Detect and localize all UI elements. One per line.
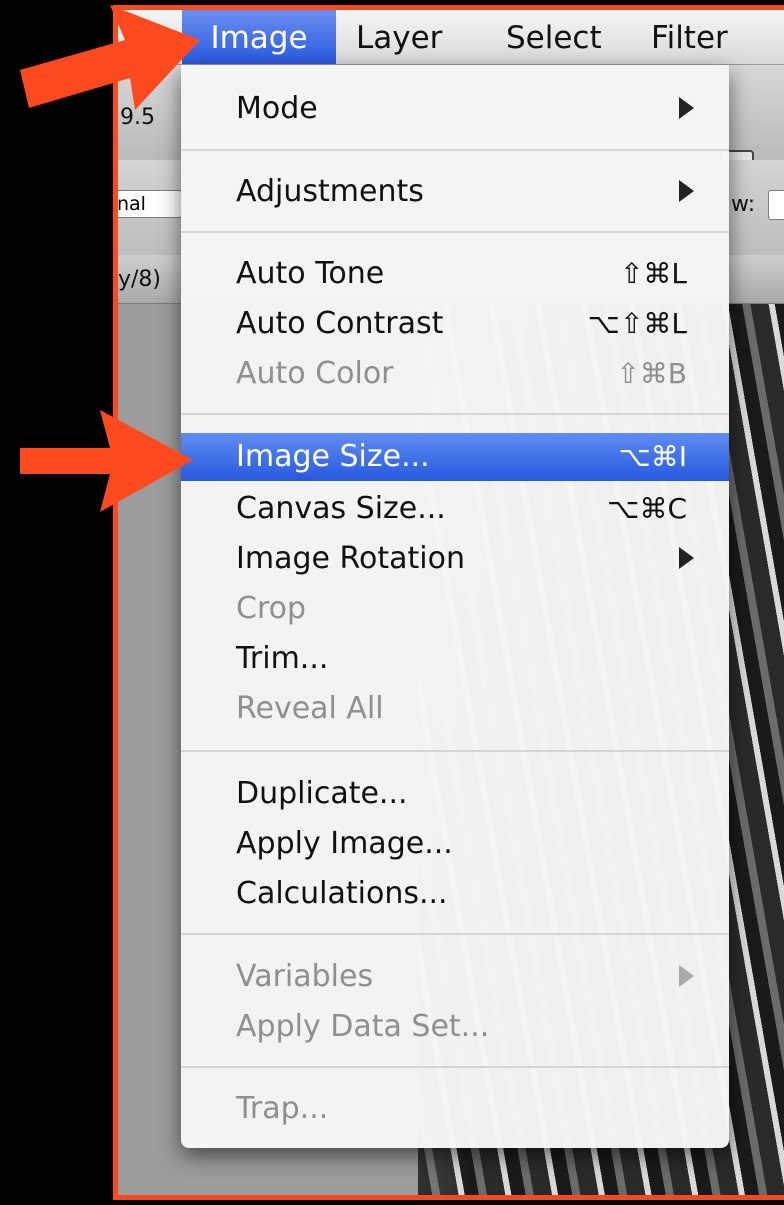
menu-item-label: Adjustments [236,174,424,209]
menu-item-variables: Variables [181,953,729,1001]
menu-item-image-rotation[interactable]: Image Rotation [181,535,729,583]
submenu-arrow-icon [679,965,694,987]
menu-separator [181,1066,729,1068]
menu-item-label: Auto Color [236,356,394,391]
document-tab[interactable]: y/8) [118,267,161,292]
menu-item-label: Canvas Size... [236,491,446,526]
menu-item-label: Mode [236,91,318,126]
submenu-arrow-icon [679,547,694,569]
shortcut-label: ⇧⌘L [619,257,687,290]
annotation-arrow-icon [20,410,193,512]
menu-item-trap: Trap... [181,1085,729,1133]
shortcut-label: ⇧⌘B [616,357,687,390]
menu-item-label: Trap... [236,1091,329,1126]
shortcut-label: ⌥⌘C [607,492,687,525]
menu-item-label: Apply Image... [236,826,453,861]
menu-item-label: Trim... [236,641,329,676]
image-menu: Mode Adjustments Auto Tone ⇧⌘L Auto Cont… [181,65,729,1148]
shortcut-label: ⌥⇧⌘L [587,307,687,340]
width-label: w: [731,192,756,217]
menu-item-label: Duplicate... [236,776,408,811]
menu-item-mode[interactable]: Mode [181,85,729,133]
annotation-arrow-icon [20,5,200,110]
menu-item-apply-data-set: Apply Data Set... [181,1003,729,1051]
menu-item-label: Reveal All [236,691,384,726]
menu-item-label: Crop [236,591,307,626]
menu-select[interactable]: Select [506,10,602,64]
menu-item-label: Image Rotation [236,541,465,576]
menu-separator [181,750,729,752]
menu-item-apply-image[interactable]: Apply Image... [181,820,729,868]
menu-item-label: Variables [236,959,374,994]
menu-separator [181,933,729,935]
menu-item-label: Apply Data Set... [236,1009,490,1044]
menu-item-auto-color: Auto Color ⇧⌘B [181,350,729,398]
menu-item-duplicate[interactable]: Duplicate... [181,770,729,818]
menu-layer[interactable]: Layer [356,10,442,64]
menu-item-auto-contrast[interactable]: Auto Contrast ⌥⇧⌘L [181,300,729,348]
menu-item-auto-tone[interactable]: Auto Tone ⇧⌘L [181,250,729,298]
menu-separator [181,413,729,415]
menu-item-label: Auto Tone [236,256,385,291]
menu-item-calculations[interactable]: Calculations... [181,870,729,918]
menu-item-image-size[interactable]: Image Size... ⌥⌘I [181,433,729,481]
menu-bar: Image Layer Select Filter [118,10,784,65]
shortcut-label: ⌥⌘I [618,440,687,473]
menu-item-trim[interactable]: Trim... [181,635,729,683]
menu-separator [181,231,729,233]
menu-filter[interactable]: Filter [651,10,728,64]
submenu-arrow-icon [679,97,694,119]
menu-item-label: Auto Contrast [236,306,444,341]
menu-item-label: Image Size... [236,439,430,474]
app-window-crop: Image Layer Select Filter 9.5 nal w: y/8… [113,5,784,1200]
menu-item-canvas-size[interactable]: Canvas Size... ⌥⌘C [181,485,729,533]
width-field[interactable] [768,190,784,220]
menu-separator [181,149,729,151]
menu-item-crop: Crop [181,585,729,633]
blend-mode-field[interactable]: nal [118,190,182,218]
menu-item-adjustments[interactable]: Adjustments [181,168,729,216]
submenu-arrow-icon [679,180,694,202]
menu-item-label: Calculations... [236,876,448,911]
menu-item-reveal-all: Reveal All [181,685,729,733]
